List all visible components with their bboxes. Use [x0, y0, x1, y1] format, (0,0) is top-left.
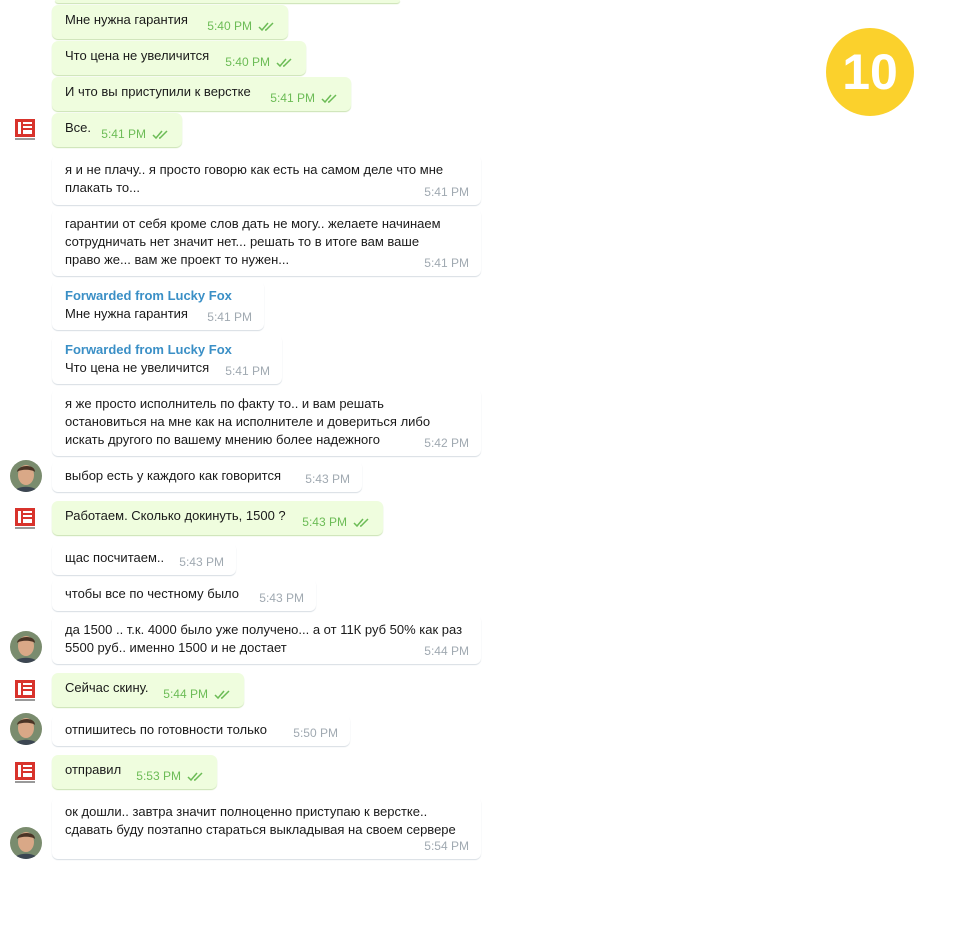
forwarded-from-label[interactable]: Forwarded from Lucky Fox [65, 287, 252, 305]
message-time: 5:41 PM [225, 364, 270, 378]
red-logo-icon [15, 680, 35, 701]
incoming-message[interactable]: да 1500 .. т.к. 4000 было уже получено..… [52, 615, 481, 664]
forwarded-from-label[interactable]: Forwarded from Lucky Fox [65, 341, 270, 359]
message-time: 5:44 PM [424, 644, 469, 658]
message-time: 5:41 PM [424, 185, 469, 199]
read-checkmarks-icon [258, 22, 274, 32]
message-time: 5:54 PM [424, 839, 469, 853]
message-time: 5:43 PM [305, 472, 350, 486]
incoming-message[interactable]: ок дошли.. завтра значит полноценно прис… [52, 797, 481, 859]
person-photo-icon [10, 460, 42, 492]
forwarded-message[interactable]: Forwarded from Lucky Fox Что цена не уве… [52, 335, 282, 384]
incoming-message[interactable]: чтобы все по честному было 5:43 PM [52, 579, 316, 611]
outgoing-message[interactable]: Сейчас скину. 5:44 PM [52, 673, 244, 707]
forwarded-message[interactable]: Forwarded from Lucky Fox Мне нужна гаран… [52, 281, 264, 330]
read-checkmarks-icon [321, 94, 337, 104]
chat-history: Мне нужна гарантия 5:40 PM Что цена не у… [0, 0, 960, 938]
outgoing-message[interactable]: Мне нужна гарантия 5:40 PM [52, 5, 288, 39]
message-text: да 1500 .. т.к. 4000 было уже получено..… [65, 622, 463, 655]
read-checkmarks-icon [214, 690, 230, 700]
sender-logo-avatar[interactable] [12, 677, 38, 703]
sender-avatar[interactable] [10, 631, 42, 663]
message-time: 5:43 PM [302, 515, 371, 529]
sender-logo-avatar[interactable] [12, 759, 38, 785]
message-time: 5:40 PM [225, 55, 294, 69]
message-text: я и не плачу.. я просто говорю как есть … [65, 162, 444, 195]
message-time: 5:41 PM [207, 310, 252, 324]
person-photo-icon [10, 631, 42, 663]
incoming-message[interactable]: отпишитесь по готовности только 5:50 PM [52, 715, 350, 746]
person-photo-icon [10, 827, 42, 859]
message-time: 5:41 PM [270, 91, 339, 105]
outgoing-message[interactable]: Все. 5:41 PM [52, 113, 182, 147]
message-time: 5:44 PM [163, 687, 232, 701]
red-logo-icon [15, 119, 35, 140]
sender-avatar[interactable] [10, 713, 42, 745]
sender-logo-avatar[interactable] [12, 505, 38, 531]
red-logo-icon [15, 508, 35, 529]
read-checkmarks-icon [276, 58, 292, 68]
read-checkmarks-icon [187, 772, 203, 782]
message-time: 5:50 PM [293, 726, 338, 740]
message-text: я же просто исполнитель по факту то.. и … [65, 396, 431, 447]
incoming-message[interactable]: я же просто исполнитель по факту то.. и … [52, 389, 481, 456]
sender-avatar[interactable] [10, 460, 42, 492]
sender-avatar[interactable] [10, 827, 42, 859]
incoming-message[interactable]: выбор есть у каждого как говорится 5:43 … [52, 461, 362, 492]
sender-logo-avatar[interactable] [12, 116, 38, 142]
message-time: 5:43 PM [179, 555, 224, 569]
person-photo-icon [10, 713, 42, 745]
incoming-message[interactable]: я и не плачу.. я просто говорю как есть … [52, 155, 481, 205]
message-text: гарантии от себя кроме слов дать не могу… [65, 216, 441, 267]
red-logo-icon [15, 762, 35, 783]
outgoing-message[interactable]: Что цена не увеличится 5:40 PM [52, 41, 306, 75]
message-text: ок дошли.. завтра значит полноценно прис… [65, 804, 456, 837]
outgoing-message[interactable]: И что вы приступили к верстке 5:41 PM [52, 77, 351, 111]
step-number-badge: 10 [826, 28, 914, 116]
read-checkmarks-icon [353, 518, 369, 528]
message-time: 5:43 PM [259, 591, 304, 605]
previous-message-edge [55, 0, 400, 3]
message-time: 5:40 PM [207, 19, 276, 33]
message-time: 5:42 PM [424, 436, 469, 450]
message-time: 5:53 PM [136, 769, 205, 783]
message-time: 5:41 PM [424, 256, 469, 270]
message-time: 5:41 PM [101, 127, 170, 141]
outgoing-message[interactable]: Работаем. Сколько докинуть, 1500 ? 5:43 … [52, 501, 383, 535]
incoming-message[interactable]: гарантии от себя кроме слов дать не могу… [52, 209, 481, 276]
outgoing-message[interactable]: отправил 5:53 PM [52, 755, 217, 789]
read-checkmarks-icon [152, 130, 168, 140]
incoming-message[interactable]: щас посчитаем.. 5:43 PM [52, 543, 236, 575]
